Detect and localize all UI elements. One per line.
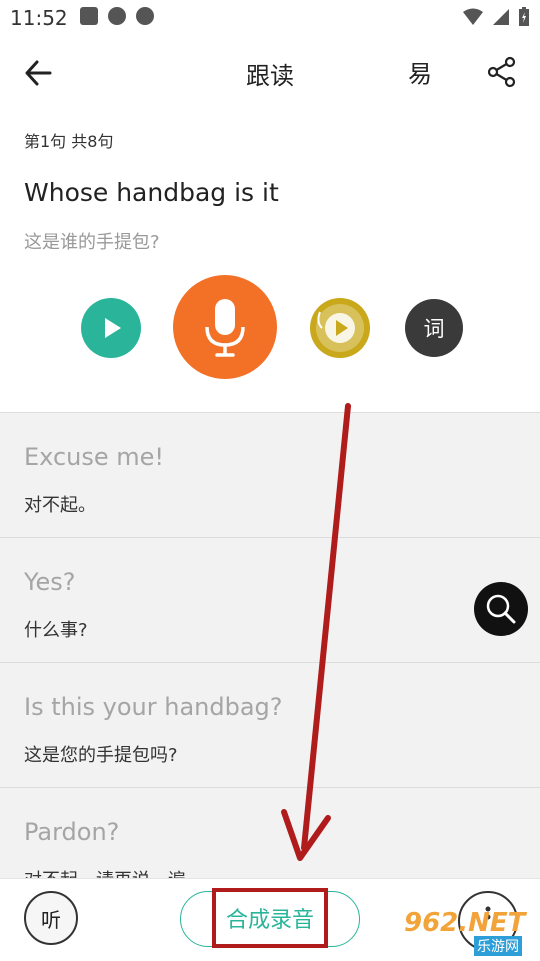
sentence-counter: 第1句 共8句 [24,132,114,151]
list-item-chinese: 什么事? [24,620,88,641]
listen-button[interactable]: 听 [24,891,78,945]
list-item-chinese: 对不起。 [24,495,96,516]
app-bar: 跟读 易 [0,36,540,112]
current-sentence-english: Whose handbag is it [24,178,279,207]
list-item-chinese: 这是您的手提包吗? [24,745,178,766]
list-item[interactable]: Yes? 什么事? [0,538,540,663]
play-icon [105,318,121,338]
list-item[interactable]: Excuse me! 对不起。 [0,413,540,538]
search-button[interactable] [474,582,528,636]
app-notification-icon [80,7,98,25]
microphone-icon [205,299,245,357]
difficulty-button[interactable]: 易 [408,54,432,89]
watermark-main-text: 962.NET [404,908,526,938]
sync-notification-icon-2 [136,7,154,25]
sentence-list: Excuse me! 对不起。 Yes? 什么事? Is this your h… [0,412,540,879]
wifi-icon [463,8,483,25]
original-audio-button[interactable] [310,298,370,358]
share-button[interactable] [486,56,518,88]
play-button[interactable] [81,298,141,358]
system-icons [462,7,530,27]
word-button[interactable]: 词 [405,299,463,357]
record-button[interactable] [173,275,277,379]
status-bar: 11:52 [0,0,540,36]
list-item-english: Excuse me! [24,443,165,471]
status-time: 11:52 [10,6,68,30]
page-title: 跟读 [246,62,294,90]
watermark-sub-text: 乐游网 [474,936,522,956]
site-watermark: 962.NET 乐游网 [398,908,538,956]
list-item[interactable]: Is this your handbag? 这是您的手提包吗? [0,663,540,788]
synthesize-recording-label[interactable]: 合成录音 [212,888,328,948]
list-item-english: Yes? [24,568,76,596]
notification-icons [80,7,154,25]
search-icon [486,594,516,624]
current-sentence-chinese: 这是谁的手提包? [24,232,160,253]
list-item-english: Is this your handbag? [24,693,283,721]
list-item-english: Pardon? [24,818,120,846]
play-original-icon [316,304,364,352]
signal-icon [493,9,509,25]
sync-notification-icon [108,7,126,25]
battery-icon [519,7,529,26]
list-item[interactable]: Pardon? 对不起，请再说一遍。 [0,788,540,879]
share-icon [487,56,516,88]
